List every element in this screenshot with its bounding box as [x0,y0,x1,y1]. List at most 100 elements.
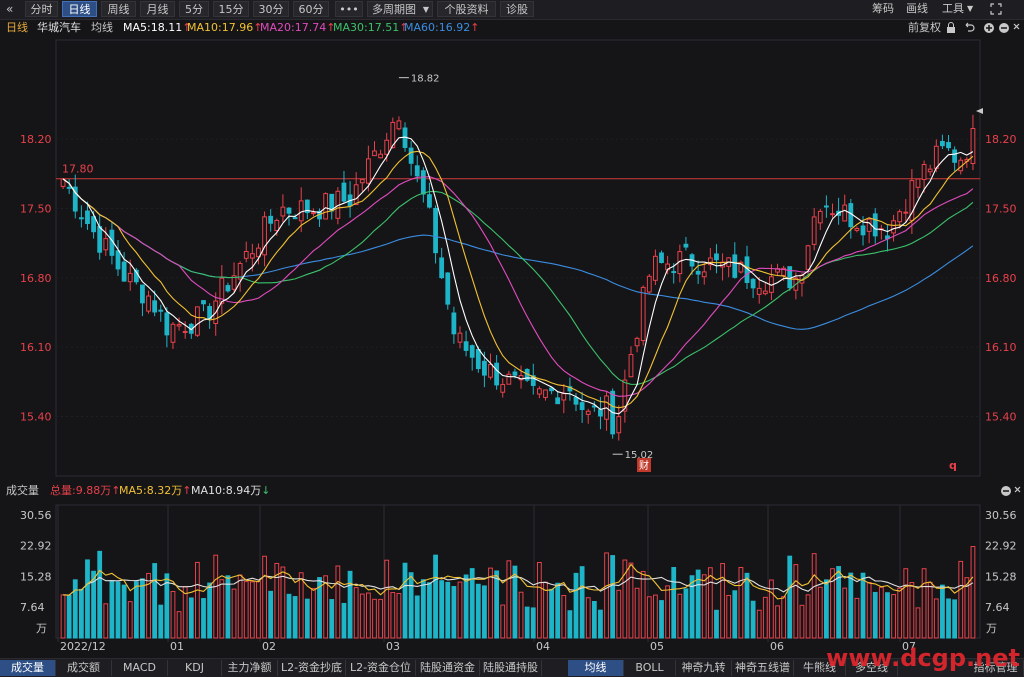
tab-kdj[interactable]: KDJ [168,660,222,676]
volume-tick-left: 30.56 [20,509,52,522]
multi-period-button[interactable]: 多周期图 ▼ [367,1,433,17]
volume-bar [427,582,432,639]
tab-macd[interactable]: MACD [112,660,168,676]
tab-5min[interactable]: 5分 [179,1,209,17]
tab-ma[interactable]: 均线 [568,660,624,676]
volume-bar [359,593,365,639]
volume-bar [524,606,530,639]
undo-icon[interactable] [965,22,975,32]
tools-button[interactable]: 工具 [942,1,964,17]
volume-bar [109,580,115,639]
volume-bar [353,587,359,639]
candle-body [243,251,249,259]
volume-bar [610,555,616,639]
tab-30min[interactable]: 30分 [253,1,289,17]
candle-body [292,217,298,220]
lock-icon[interactable] [947,22,955,34]
volume-label: 成交量 [6,484,39,497]
volume-bar [445,581,451,639]
tab-l2-bottom[interactable]: L2-资金抄底 [278,660,346,676]
expand-icon[interactable] [990,3,1002,15]
volume-bar [530,607,536,639]
candle-body [536,388,542,395]
candle-body [817,210,823,224]
chip-button[interactable]: 筹码 [872,1,894,17]
tab-60min[interactable]: 60分 [293,1,329,17]
candle-body [164,312,170,336]
tab-weekly[interactable]: 周线 [101,1,136,17]
volume-tick-right: 22.92 [985,540,1017,553]
candle-body [701,271,707,278]
tab-l2-position[interactable]: L2-资金仓位 [346,660,416,676]
volume-bar [909,582,915,639]
volume-bar [726,594,732,639]
candle-body [91,216,96,233]
tab-monthly[interactable]: 月线 [140,1,175,17]
volume-unit-left: 万 [36,622,47,635]
volume-bar [115,581,121,639]
candle-body [598,409,603,417]
zoom-out-icon[interactable] [999,23,1009,33]
volume-bar [72,579,78,639]
volume-bar [408,572,414,639]
tab-magic-five[interactable]: 神奇五线谱 [732,660,794,676]
candle-body [85,210,90,225]
price-tick-left: 16.10 [20,341,52,354]
candle-body [927,168,933,173]
x-tick-label: 06 [770,640,784,653]
tab-15min[interactable]: 15分 [213,1,249,17]
volume-panel-frame [55,504,981,639]
draw-line-button[interactable]: 画线 [906,1,928,17]
price-tick-left: 15.40 [20,411,52,424]
candle-body [915,178,921,188]
adjust-label[interactable]: 前复权 [908,19,941,36]
tab-turnover[interactable]: 成交额 [56,660,112,676]
volume-bar [738,566,744,639]
candle-body [823,205,829,208]
volume-bar [927,581,933,639]
volume-bar [433,554,438,639]
candle-body [482,360,487,376]
tab-intraday[interactable]: 分时 [25,1,58,17]
tab-volume[interactable]: 成交量 [0,660,56,676]
candle-body [225,285,231,292]
candle-body [659,252,664,264]
tab-daily[interactable]: 日线 [62,1,97,17]
high-label: 18.82 [411,74,440,85]
volume-bar [390,592,396,639]
volume-bar [598,609,603,639]
stock-info-button[interactable]: 个股资料 [437,1,496,17]
volume-bar [891,594,896,639]
ma60-value: MA60:16.92↑ [404,21,480,34]
tab-magic-nine[interactable]: 神奇九转 [676,660,732,676]
candle-body [500,384,506,393]
volume-bar [732,590,738,639]
volume-bar [311,587,316,639]
more-button[interactable]: ••• [335,1,363,17]
candle-body [121,261,127,282]
tab-hk-flow[interactable]: 陆股通资金 [416,660,480,676]
diagnose-button[interactable]: 诊股 [500,1,534,17]
tab-hk-holding[interactable]: 陆股通持股 [480,660,542,676]
volume-legend-bar: 成交量 总量:9.88万↑ MA5:8.32万↑ MA10:8.94万↓ [0,483,1024,499]
volume-zoom-out-icon[interactable] [1001,486,1011,496]
candle-body [488,364,493,378]
back-icon[interactable]: « [6,1,13,17]
volume-close-icon[interactable] [1014,486,1021,493]
candle-body [543,389,548,398]
tab-boll[interactable]: BOLL [624,660,676,676]
candle-body [897,211,903,223]
zoom-in-icon[interactable] [984,23,994,33]
volume-tick-right: 7.64 [985,601,1010,614]
volume-bar [555,582,561,639]
candle-body [463,341,469,351]
kline-chart[interactable]: 18.20 18.20 17.50 17.50 16.80 16.80 16.10 16.10… [0,36,1024,658]
tab-main-net[interactable]: 主力净额 [222,660,278,676]
volume-bar [201,598,206,639]
volume-bar [653,594,658,639]
candle-body [195,306,200,336]
volume-controls [1001,486,1021,496]
close-icon[interactable] [1013,23,1020,30]
volume-bar [170,590,176,639]
volume-bar [707,567,713,639]
